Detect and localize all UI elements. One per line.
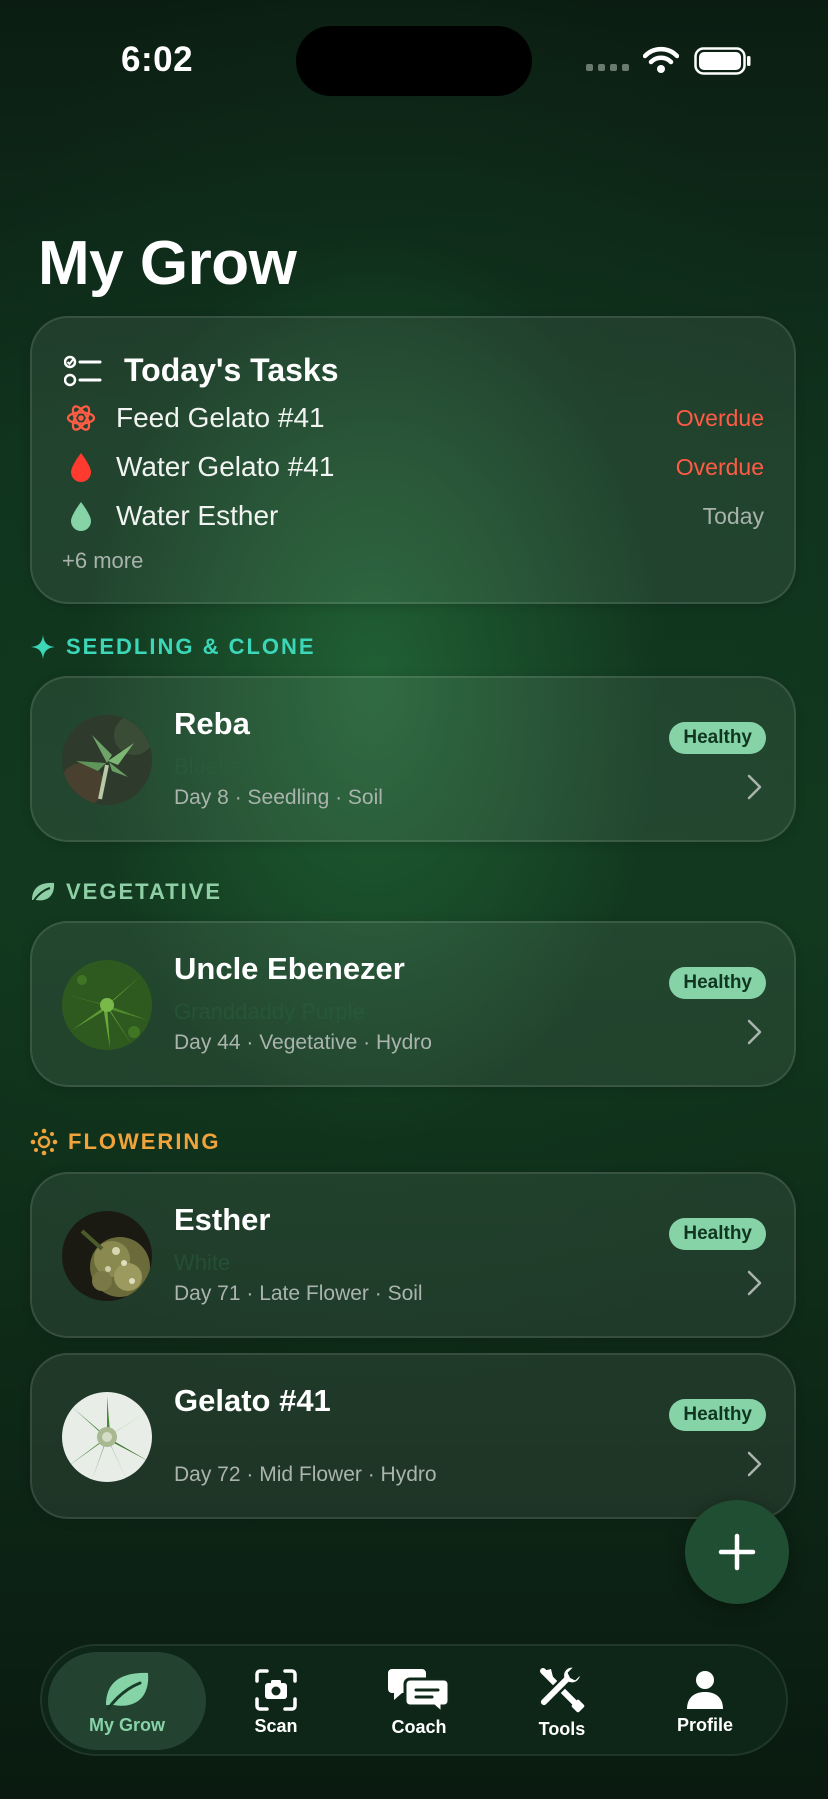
plant-strain: White [174, 1250, 231, 1275]
more-tasks-link[interactable]: +6 more [62, 548, 143, 574]
status-badge: Healthy [669, 722, 766, 754]
task-status: Overdue [675, 404, 764, 431]
status-badge: Healthy [669, 967, 766, 999]
task-label: Feed Gelato #41 [116, 402, 325, 433]
section-label: VEGETATIVE [66, 879, 223, 904]
tab-label: Scan [254, 1715, 298, 1736]
plant-name: Gelato #41 [174, 1383, 331, 1418]
wifi-icon [643, 46, 679, 73]
checklist-icon [64, 355, 102, 386]
chevron-right-icon [747, 1451, 762, 1477]
task-status: Overdue [675, 453, 764, 480]
task-label: Water Esther [116, 500, 279, 531]
plant-card-gelato-41[interactable]: Gelato #41 Day 72 · Mid Flower · Hydro H… [30, 1353, 796, 1519]
plant-name: Reba [174, 706, 250, 741]
sparkle-icon [31, 635, 55, 659]
status-badge: Healthy [669, 1218, 766, 1250]
tab-tools[interactable]: Tools [492, 1646, 632, 1758]
plant-strain: Granddaddy Purple [174, 999, 365, 1024]
nutrient-atom-icon [64, 402, 98, 434]
chevron-right-icon [747, 1270, 762, 1296]
flower-icon [30, 1128, 58, 1156]
tab-label: Profile [676, 1714, 733, 1735]
add-plant-button[interactable] [685, 1500, 789, 1604]
plant-photo [62, 1211, 152, 1301]
plant-strain: Blueberry [174, 754, 269, 779]
plant-card-esther[interactable]: Esther White Day 71 · Late Flower · Soil… [30, 1172, 796, 1338]
chevron-right-icon [747, 1019, 762, 1045]
tab-bar: My Grow Scan Coach Tools Profile [40, 1644, 788, 1756]
plant-photo [62, 960, 152, 1050]
tasks-title: Today's Tasks [124, 352, 339, 388]
status-time: 6:02 [121, 40, 194, 79]
task-label: Water Gelato #41 [116, 451, 335, 482]
tab-coach[interactable]: Coach [346, 1646, 492, 1758]
dynamic-island [296, 26, 532, 96]
section-vegetative: VEGETATIVE [30, 879, 222, 905]
plant-card-uncle-ebenezer[interactable]: Uncle Ebenezer Granddaddy Purple Day 44 … [30, 921, 796, 1087]
task-row[interactable]: Feed Gelato #41 Overdue [64, 398, 764, 438]
tab-label: Coach [391, 1716, 447, 1737]
task-status: Today [702, 502, 764, 529]
section-seedling-clone: SEEDLING & CLONE [30, 634, 316, 660]
plant-meta: Day 8 · Seedling · Soil [174, 786, 383, 809]
person-icon [687, 1670, 723, 1709]
leaf-icon [106, 1672, 149, 1710]
camera-scan-icon [255, 1668, 297, 1711]
plant-meta: Day 71 · Late Flower · Soil [174, 1282, 423, 1305]
plant-name: Uncle Ebenezer [174, 951, 405, 986]
task-row[interactable]: Water Esther Today [64, 496, 764, 536]
section-label: SEEDLING & CLONE [66, 634, 316, 659]
plant-meta: Day 44 · Vegetative · Hydro [174, 1031, 432, 1054]
task-row[interactable]: Water Gelato #41 Overdue [64, 447, 764, 487]
tab-profile[interactable]: Profile [632, 1646, 778, 1758]
plant-name: Esther [174, 1202, 271, 1237]
tasks-header: Today's Tasks [64, 352, 339, 389]
plant-photo [62, 715, 152, 805]
tab-scan[interactable]: Scan [206, 1646, 346, 1758]
section-flowering: FLOWERING [30, 1128, 220, 1156]
chevron-right-icon [747, 774, 762, 800]
cellular-signal-icon [586, 64, 629, 71]
tab-label: My Grow [88, 1714, 165, 1735]
plant-photo [62, 1392, 152, 1482]
plant-meta: Day 72 · Mid Flower · Hydro [174, 1463, 437, 1486]
leaf-icon [32, 882, 55, 903]
tab-label: Tools [538, 1718, 586, 1739]
tab-my-grow[interactable]: My Grow [48, 1646, 206, 1758]
plant-card-reba[interactable]: Reba Blueberry Day 8 · Seedling · Soil H… [30, 676, 796, 842]
water-drop-red-icon [64, 452, 98, 482]
battery-icon [694, 47, 751, 75]
page-title: My Grow [38, 229, 297, 298]
status-badge: Healthy [669, 1399, 766, 1431]
tools-icon [538, 1664, 585, 1712]
plus-icon [718, 1533, 756, 1571]
section-label: FLOWERING [68, 1129, 221, 1154]
water-drop-green-icon [64, 501, 98, 531]
chat-bubbles-icon [388, 1668, 450, 1713]
todays-tasks-card[interactable]: Today's Tasks Feed Gelato #41 Overdue Wa… [30, 316, 796, 604]
